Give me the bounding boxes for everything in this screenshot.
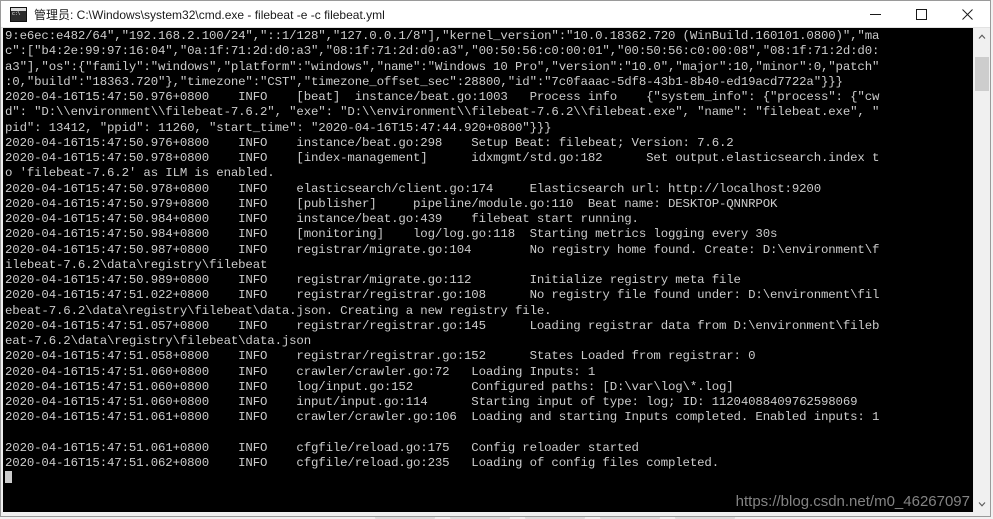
console-output[interactable]: 9:e6ec:e482/64","192.168.2.100/24","::1/… (3, 28, 973, 512)
minimize-icon (869, 13, 881, 15)
console-line: 2020-04-16T15:47:51.060+0800 INFO log/in… (5, 379, 734, 394)
console-line: 2020-04-16T15:47:51.058+0800 INFO regist… (5, 349, 756, 364)
console-line: ilebeat-7.6.2\data\registry\filebeat (5, 257, 268, 272)
console-line: a3"],"os":{"family":"windows","platform"… (5, 59, 880, 74)
chevron-up-icon (978, 33, 986, 39)
console-line: o 'filebeat-7.6.2' as ILM is enabled. (5, 166, 275, 181)
console-line: 2020-04-16T15:47:50.979+0800 INFO [publi… (5, 196, 778, 211)
chevron-down-icon (978, 501, 986, 507)
console-line: eat-7.6.2\data\registry\filebeat\data.js… (5, 334, 311, 348)
window-controls (852, 1, 990, 27)
scrollbar-thumb[interactable] (975, 57, 989, 91)
close-button[interactable] (944, 1, 990, 27)
console-line: 2020-04-16T15:47:51.061+0800 INFO crawle… (5, 410, 880, 425)
console-line: 2020-04-16T15:47:50.976+0800 INFO instan… (5, 135, 734, 150)
console-cursor-line (5, 471, 973, 486)
console-line: 2020-04-16T15:47:51.022+0800 INFO regist… (5, 288, 880, 303)
console-line: 2020-04-16T15:47:51.057+0800 INFO regist… (5, 318, 880, 333)
close-icon (961, 8, 973, 20)
cmd-window: 管理员: C:\Windows\system32\cmd.exe - fileb… (0, 0, 991, 517)
console-line: c":["b4:2e:99:97:16:04","0a:1f:71:2d:d0:… (5, 44, 880, 59)
console-line: 2020-04-16T15:47:50.987+0800 INFO regist… (5, 242, 880, 257)
console-line: 2020-04-16T15:47:50.984+0800 INFO instan… (5, 212, 639, 226)
console-line: d": "D:\\environment\\filebeat-7.6.2", "… (5, 105, 880, 120)
console-line: 2020-04-16T15:47:51.060+0800 INFO crawle… (5, 364, 596, 379)
maximize-button[interactable] (898, 1, 944, 27)
console-line: 9:e6ec:e482/64","192.168.2.100/24","::1/… (5, 29, 880, 43)
console-scrollbar[interactable] (973, 28, 990, 512)
maximize-icon (915, 8, 927, 20)
scroll-up-button[interactable] (974, 28, 990, 45)
console-line: 2020-04-16T15:47:50.976+0800 INFO [beat]… (5, 90, 880, 104)
console-line: 2020-04-16T15:47:50.989+0800 INFO regist… (5, 273, 741, 287)
scrollbar-track[interactable] (974, 45, 990, 495)
console-line: 2020-04-16T15:47:50.978+0800 INFO elasti… (5, 181, 821, 196)
minimize-button[interactable] (852, 1, 898, 27)
console-line: :0,"build":"18363.720"},"timezone":"CST"… (5, 74, 843, 89)
window-body: 9:e6ec:e482/64","192.168.2.100/24","::1/… (1, 28, 990, 516)
console-line: pid": 13412, "ppid": 11260, "start_time"… (5, 120, 552, 135)
console-line: 2020-04-16T15:47:51.061+0800 INFO cfgfil… (5, 440, 639, 455)
window-titlebar[interactable]: 管理员: C:\Windows\system32\cmd.exe - fileb… (1, 1, 990, 28)
console-line: 2020-04-16T15:47:50.978+0800 INFO [index… (5, 151, 880, 165)
console-line: 2020-04-16T15:47:51.060+0800 INFO input/… (5, 395, 858, 409)
console-line: 2020-04-16T15:47:50.984+0800 INFO [monit… (5, 227, 778, 242)
window-title: 管理员: C:\Windows\system32\cmd.exe - fileb… (34, 7, 385, 22)
text-cursor (5, 471, 12, 484)
console-line: 2020-04-16T15:47:51.062+0800 INFO cfgfil… (5, 456, 719, 470)
console-line: ebeat-7.6.2\data\registry\filebeat\data.… (5, 303, 552, 318)
scroll-down-button[interactable] (974, 495, 990, 512)
cmd-console-icon (10, 6, 27, 22)
